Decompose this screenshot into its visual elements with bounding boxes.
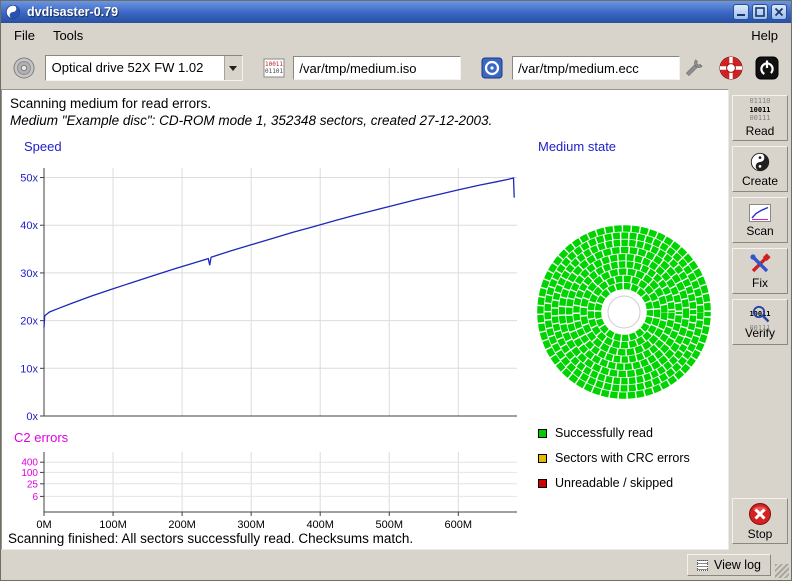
crc-swatch-icon <box>538 454 547 463</box>
svg-text:600M: 600M <box>445 519 473 531</box>
iso-path-input[interactable] <box>293 56 461 80</box>
minimize-icon <box>736 7 746 17</box>
minimize-button[interactable] <box>733 4 749 20</box>
ecc-path-input[interactable] <box>512 56 680 80</box>
maximize-button[interactable] <box>752 4 768 20</box>
status-bar: View log <box>1 550 791 580</box>
success-swatch-icon <box>538 429 547 438</box>
svg-text:50x: 50x <box>20 173 38 185</box>
medium-state-title: Medium state <box>538 139 616 154</box>
binary-icon: 01110 <box>749 98 770 106</box>
create-button-label: Create <box>742 174 778 188</box>
titlebar[interactable]: dvdisaster-0.79 <box>1 1 791 23</box>
action-sidebar: 01110 10011 00111 Read Create <box>729 89 791 550</box>
fix-button[interactable]: Fix <box>732 248 788 294</box>
drive-select-value: Optical drive 52X FW 1.02 <box>46 56 224 80</box>
app-window: dvdisaster-0.79 File Tools Help Optical … <box>0 0 792 581</box>
svg-text:40x: 40x <box>20 220 38 232</box>
repair-tools-icon <box>749 253 771 275</box>
help-button[interactable] <box>716 53 745 83</box>
verify-magnifier-icon: 10011 00111 <box>745 305 775 325</box>
view-log-button[interactable]: View log <box>687 554 771 576</box>
svg-text:100: 100 <box>21 468 38 479</box>
svg-text:0x: 0x <box>26 411 38 423</box>
close-icon <box>774 7 784 17</box>
view-log-label: View log <box>714 558 761 572</box>
stop-icon <box>748 502 772 526</box>
legend-item-crc: Sectors with CRC errors <box>538 451 690 465</box>
drive-select[interactable]: Optical drive 52X FW 1.02 <box>45 55 243 81</box>
toolbar: Optical drive 52X FW 1.02 10011 01101 <box>1 47 791 89</box>
scan-button-label: Scan <box>746 224 773 238</box>
quit-button[interactable] <box>752 53 781 83</box>
content-row: Scanning medium for read errors. Medium … <box>1 89 791 550</box>
legend-label: Unreadable / skipped <box>555 476 673 490</box>
scan-button[interactable]: Scan <box>732 197 788 243</box>
scan-chart-icon <box>748 203 772 223</box>
main-area: Scanning medium for read errors. Medium … <box>1 89 729 550</box>
binary-icon: 10011 <box>749 107 770 115</box>
close-button[interactable] <box>771 4 787 20</box>
c2-errors-chart-title: C2 errors <box>14 430 68 445</box>
status-line-2: Medium "Example disc": CD-ROM mode 1, 35… <box>10 113 492 128</box>
binary-icon: 00111 <box>749 115 770 123</box>
maximize-icon <box>755 7 765 17</box>
menubar: File Tools Help <box>1 23 791 47</box>
chevron-down-icon <box>229 66 237 71</box>
legend-item-success: Successfully read <box>538 426 690 440</box>
speed-chart-title: Speed <box>24 139 62 154</box>
read-button-label: Read <box>746 124 775 138</box>
svg-text:200M: 200M <box>168 519 196 531</box>
legend-label: Sectors with CRC errors <box>555 451 690 465</box>
svg-text:01101: 01101 <box>265 68 283 75</box>
svg-text:30x: 30x <box>20 268 38 280</box>
scan-result-status: Scanning finished: All sectors successfu… <box>8 531 413 546</box>
svg-text:400M: 400M <box>306 519 334 531</box>
medium-state-disc <box>532 220 716 404</box>
wrench-icon <box>682 56 706 80</box>
window-title: dvdisaster-0.79 <box>27 5 730 19</box>
drive-select-arrow-button[interactable] <box>224 56 242 80</box>
resize-grip[interactable] <box>775 564 789 578</box>
stop-button[interactable]: Stop <box>732 498 788 544</box>
power-icon <box>755 56 779 80</box>
svg-text:10011: 10011 <box>265 61 283 68</box>
menu-file[interactable]: File <box>5 25 44 46</box>
fix-button-label: Fix <box>752 276 768 290</box>
binary-icon: 00111 <box>749 324 770 332</box>
legend-item-unreadable: Unreadable / skipped <box>538 476 690 490</box>
preferences-button[interactable] <box>680 53 709 83</box>
create-button[interactable]: Create <box>732 146 788 192</box>
drive-icon <box>11 55 37 81</box>
menu-help[interactable]: Help <box>742 25 787 46</box>
verify-button[interactable]: 10011 00111 Verify <box>732 299 788 345</box>
read-button[interactable]: 01110 10011 00111 Read <box>732 95 788 141</box>
unreadable-swatch-icon <box>538 479 547 488</box>
speed-chart: 0x 10x 20x 30x 40x 50x <box>6 158 520 428</box>
svg-text:10x: 10x <box>20 363 38 375</box>
svg-text:6: 6 <box>32 492 38 503</box>
c2-errors-chart: 0M100M200M300M400M500M600M400100256 <box>6 446 520 540</box>
svg-text:300M: 300M <box>237 519 265 531</box>
medium-state-legend: Successfully read Sectors with CRC error… <box>538 426 690 490</box>
svg-text:0M: 0M <box>36 519 51 531</box>
status-line-1: Scanning medium for read errors. <box>10 96 211 111</box>
app-icon <box>5 4 21 20</box>
iso-image-icon: 10011 01101 <box>262 56 286 80</box>
svg-text:25: 25 <box>27 479 39 490</box>
svg-text:100M: 100M <box>99 519 127 531</box>
menu-tools[interactable]: Tools <box>44 25 92 46</box>
stop-button-label: Stop <box>748 527 773 541</box>
magnifier-icon <box>751 304 771 324</box>
svg-text:500M: 500M <box>375 519 403 531</box>
svg-text:20x: 20x <box>20 316 38 328</box>
legend-label: Successfully read <box>555 426 653 440</box>
log-icon <box>697 560 708 571</box>
lifebuoy-icon <box>718 55 744 81</box>
yin-yang-icon <box>749 151 771 173</box>
ecc-file-icon <box>480 56 504 80</box>
